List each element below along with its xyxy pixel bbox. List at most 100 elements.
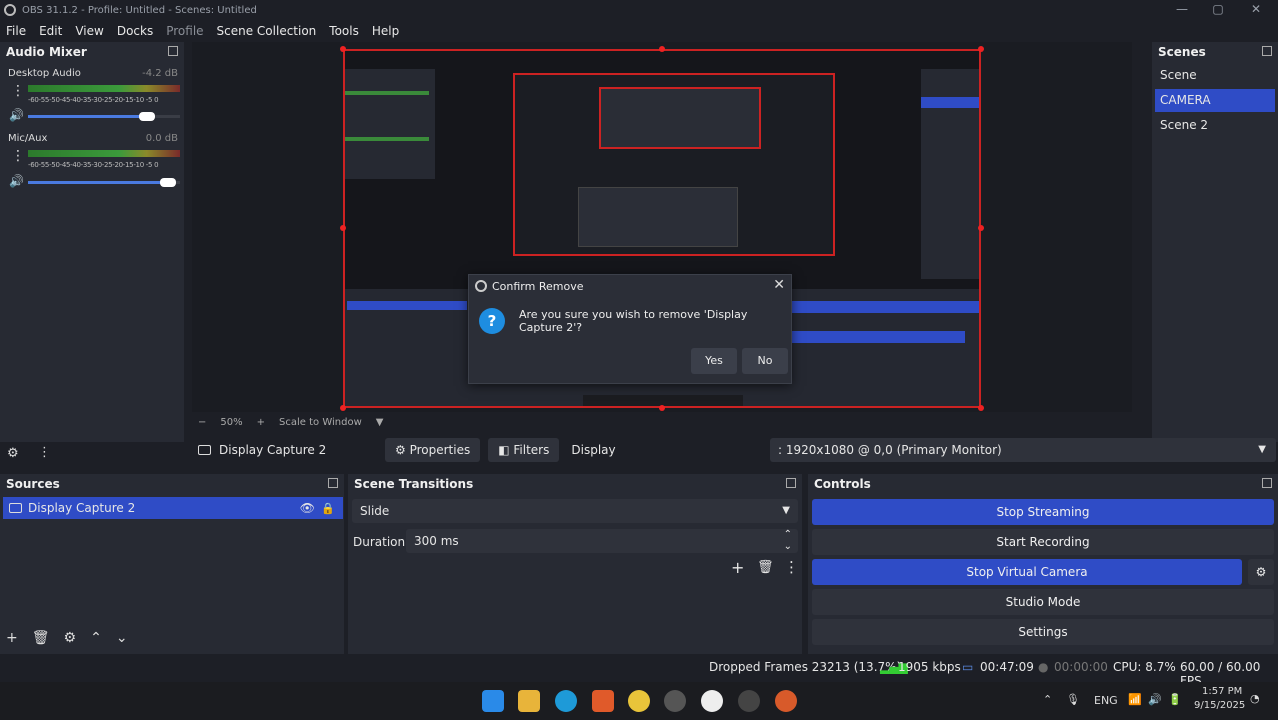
transition-select[interactable]: Slide ▼: [352, 499, 798, 523]
app-icon[interactable]: [664, 690, 686, 712]
transition-select-value: Slide: [360, 504, 390, 518]
menu-view[interactable]: View: [75, 24, 103, 38]
scene-item[interactable]: Scene 2: [1155, 114, 1275, 137]
undock-icon[interactable]: [1262, 46, 1272, 56]
file-explorer-icon[interactable]: [518, 690, 540, 712]
notification-icon[interactable]: ◔: [1250, 692, 1260, 705]
add-transition-icon[interactable]: +: [731, 558, 744, 577]
mixer-menu-icon[interactable]: ⋮: [38, 445, 51, 460]
minimize-button[interactable]: —: [1170, 2, 1194, 16]
selected-source-name: Display Capture 2: [219, 443, 327, 457]
obs-taskbar-icon[interactable]: [701, 690, 723, 712]
mic-aux-slider-fill: [28, 181, 168, 184]
undock-icon[interactable]: [786, 478, 796, 488]
scene-item-selected[interactable]: CAMERA: [1155, 89, 1275, 112]
start-menu-icon[interactable]: [482, 690, 504, 712]
advanced-audio-icon[interactable]: ⚙: [7, 446, 19, 461]
windows-taskbar: ⌃ 🎙 ENG 📶 🔊 🔋 1:57 PM 9/15/2025 ◔: [0, 682, 1278, 720]
dropped-frames: Dropped Frames 23213 (13.7%): [709, 660, 902, 674]
display-select-value: : 1920x1080 @ 0,0 (Primary Monitor): [778, 443, 1002, 457]
zoom-out-button[interactable]: −: [198, 417, 206, 428]
filters-button[interactable]: ◧ Filters: [488, 438, 560, 462]
scale-mode-dropdown-icon[interactable]: ▼: [376, 417, 384, 428]
mic-aux-speaker-icon[interactable]: 🔊: [9, 174, 24, 188]
zoom-in-button[interactable]: +: [257, 417, 265, 428]
resize-handle[interactable]: [978, 225, 984, 231]
mic-aux-slider-knob[interactable]: [160, 178, 176, 187]
scene-transitions-dock: Scene Transitions Slide ▼ Duration 300 m…: [348, 474, 802, 654]
resize-handle[interactable]: [659, 405, 665, 411]
transition-menu-icon[interactable]: ⋮: [784, 558, 799, 576]
stop-virtual-camera-button[interactable]: Stop Virtual Camera: [812, 559, 1242, 585]
move-down-icon[interactable]: ⌄: [116, 630, 128, 646]
menu-help[interactable]: Help: [372, 24, 399, 38]
undock-icon[interactable]: [328, 478, 338, 488]
visibility-eye-icon[interactable]: 👁: [300, 501, 315, 515]
resize-handle[interactable]: [659, 46, 665, 52]
menu-docks[interactable]: Docks: [117, 24, 153, 38]
maximize-button[interactable]: ▢: [1206, 2, 1230, 16]
gear-icon: ⚙: [1255, 565, 1267, 579]
properties-button[interactable]: ⚙ Properties: [385, 438, 481, 462]
resize-handle[interactable]: [340, 225, 346, 231]
add-source-icon[interactable]: +: [6, 630, 18, 646]
move-up-icon[interactable]: ⌃: [90, 630, 102, 646]
desktop-audio-menu-icon[interactable]: [11, 83, 25, 100]
stepper-down-icon[interactable]: ⌄: [784, 535, 792, 559]
properties-label: Properties: [409, 443, 471, 457]
zoom-bar: − 50% + Scale to Window ▼: [192, 412, 1132, 432]
clock-time[interactable]: 1:57 PM: [1202, 686, 1242, 697]
menu-edit[interactable]: Edit: [39, 24, 62, 38]
mixer-toolbar: ⚙ ⋮: [0, 444, 184, 466]
yes-button[interactable]: Yes: [691, 348, 737, 374]
language-indicator[interactable]: ENG: [1094, 694, 1118, 707]
dialog-close-button[interactable]: ✕: [773, 277, 785, 293]
controls-dock: Controls Stop Streaming Start Recording …: [808, 474, 1278, 654]
audio-mixer-title-text: Audio Mixer: [6, 45, 87, 59]
remove-source-icon[interactable]: 🗑: [32, 630, 50, 646]
clock-date[interactable]: 9/15/2025: [1194, 700, 1245, 711]
display-select[interactable]: : 1920x1080 @ 0,0 (Primary Monitor) ▼: [770, 438, 1276, 462]
transitions-title: Scene Transitions: [348, 474, 802, 494]
resize-handle[interactable]: [978, 46, 984, 52]
remove-transition-icon[interactable]: 🗑: [757, 560, 774, 575]
wifi-icon[interactable]: 📶: [1128, 693, 1142, 706]
source-properties-icon[interactable]: ⚙: [64, 630, 77, 646]
volume-icon[interactable]: 🔊: [1148, 693, 1162, 706]
cpu-usage: CPU: 8.7%: [1113, 660, 1176, 674]
tray-expand-icon[interactable]: ⌃: [1043, 693, 1052, 706]
scene-item[interactable]: Scene: [1155, 64, 1275, 87]
menu-tools[interactable]: Tools: [329, 24, 359, 38]
chrome-icon[interactable]: [628, 690, 650, 712]
stop-streaming-button[interactable]: Stop Streaming: [812, 499, 1274, 525]
menu-scene-collection[interactable]: Scene Collection: [217, 24, 317, 38]
menu-file[interactable]: File: [6, 24, 26, 38]
battery-icon[interactable]: 🔋: [1168, 693, 1182, 706]
lock-icon[interactable]: 🔒: [321, 502, 335, 515]
source-item[interactable]: Display Capture 2 👁 🔒: [3, 497, 343, 519]
mic-tray-icon[interactable]: 🎙: [1066, 693, 1080, 706]
resize-handle[interactable]: [340, 46, 346, 52]
studio-mode-button[interactable]: Studio Mode: [812, 589, 1274, 615]
recording-app-icon[interactable]: [738, 690, 760, 712]
edge-browser-icon[interactable]: [555, 690, 577, 712]
undock-icon[interactable]: [168, 46, 178, 56]
settings-button[interactable]: Settings: [812, 619, 1274, 645]
desktop-audio-slider-knob[interactable]: [139, 112, 155, 121]
resize-handle[interactable]: [340, 405, 346, 411]
virtual-camera-settings-button[interactable]: ⚙: [1248, 559, 1274, 585]
no-button[interactable]: No: [742, 348, 788, 374]
duration-label: Duration: [353, 535, 406, 549]
close-button[interactable]: ✕: [1244, 2, 1268, 16]
menu-profile[interactable]: Profile: [166, 24, 203, 38]
filters-label: Filters: [513, 443, 550, 457]
duration-input[interactable]: 300 ms ⌃ ⌄: [406, 529, 798, 553]
desktop-audio-speaker-icon[interactable]: 🔊: [9, 108, 24, 122]
scale-mode[interactable]: Scale to Window: [279, 417, 362, 428]
resize-handle[interactable]: [978, 405, 984, 411]
chrome-profile-icon[interactable]: [775, 690, 797, 712]
start-recording-button[interactable]: Start Recording: [812, 529, 1274, 555]
undock-icon[interactable]: [1262, 478, 1272, 488]
brave-browser-icon[interactable]: [592, 690, 614, 712]
mic-aux-menu-icon[interactable]: [11, 148, 25, 165]
